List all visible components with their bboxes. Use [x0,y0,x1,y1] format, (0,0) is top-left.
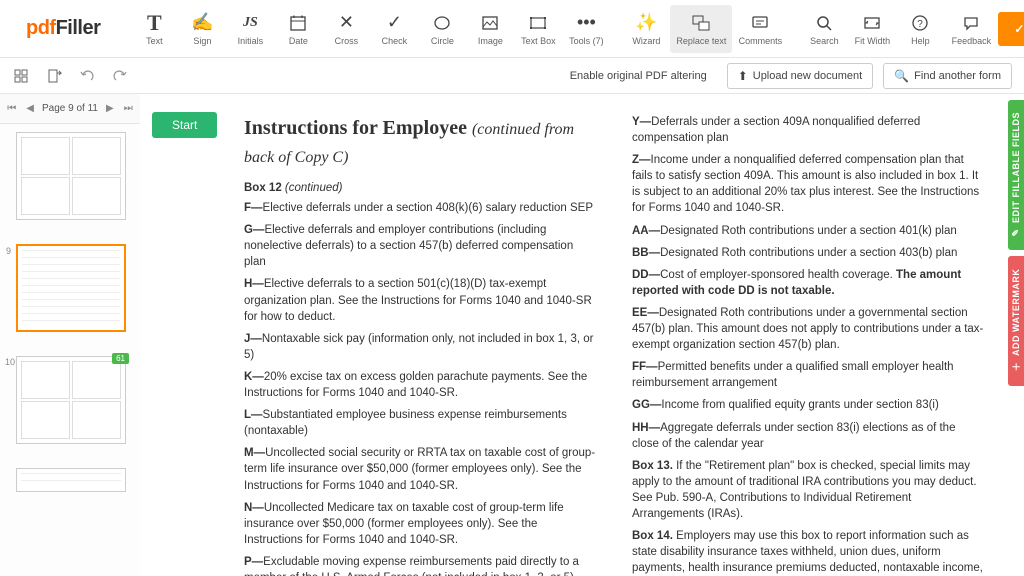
left-column: Instructions for Employee (continued fro… [244,114,596,576]
view-tools: Search Fit Width ?Help Feedback [800,5,998,53]
right-column: Y—Deferrals under a section 409A nonqual… [632,114,984,576]
code-entry: FF—Permitted benefits under a qualified … [632,359,984,391]
last-page-icon[interactable]: ⏭ [122,103,135,114]
replace-text-tool[interactable]: Replace text [670,5,732,53]
document-viewport[interactable]: Instructions for Employee (continued fro… [220,94,1008,576]
plus-icon: ＋ [1009,362,1022,372]
code-entry: Z—Income under a nonqualified deferred c… [632,152,984,216]
fitwidth-icon [863,12,881,34]
page-thumbnail[interactable]: 9 [16,244,126,332]
code-entry: P—Excludable moving expense reimbursemen… [244,554,596,576]
tools-more[interactable]: •••Tools (7) [562,5,610,53]
done-button[interactable]: ✓DONE [998,12,1024,46]
thumbnail-panel: 9 1061 11 [0,124,140,576]
text-tool[interactable]: TText [130,5,178,53]
image-icon [481,12,499,34]
code-entry: AA—Designated Roth contributions under a… [632,223,984,239]
review-tools: ✨Wizard Replace text Comments [622,5,788,53]
export-icon[interactable] [42,64,66,88]
search-icon: 🔍 [894,69,909,83]
next-page-icon[interactable]: ▶ [104,103,116,114]
calendar-icon [289,12,307,34]
watermark-tab[interactable]: ＋ADD WATERMARK [1008,256,1024,386]
page-navigation: ⏮ ◀ Page 9 of 11 ▶ ⏭ [0,94,140,124]
field-count-badge: 61 [112,353,129,364]
code-entry: K—20% excise tax on excess golden parach… [244,369,596,401]
textbox-icon [529,12,547,34]
help-icon: ? [911,12,929,34]
feedback-tool[interactable]: Feedback [944,5,998,53]
box12-heading: Box 12 (continued) [244,180,596,196]
fit-width-tool[interactable]: Fit Width [848,5,896,53]
code-entry: L—Substantiated employee business expens… [244,407,596,439]
undo-icon[interactable] [75,64,99,88]
page-title: Instructions for Employee (continued fro… [244,114,596,170]
svg-text:?: ? [918,19,924,30]
code-entry: DD—Cost of employer-sponsored health cov… [632,267,984,299]
sidebar-tools [0,58,140,94]
search-icon [815,12,833,34]
first-page-icon[interactable]: ⏮ [5,103,18,114]
comment-icon [751,12,769,34]
check-tool[interactable]: ✓Check [370,5,418,53]
page-thumbnail[interactable]: 11 [16,468,126,492]
page-thumbnail[interactable]: 1061 [16,356,126,444]
page-indicator: Page 9 of 11 [42,103,98,114]
upload-button[interactable]: ⬆Upload new document [727,63,874,89]
code-entry: GG—Income from qualified equity grants u… [632,397,984,413]
sign-icon: ✍ [191,12,213,34]
code-entry: F—Elective deferrals under a section 408… [244,200,596,216]
box14-text: Box 14. Employers may use this box to re… [632,528,984,576]
code-entry: HH—Aggregate deferrals under section 83(… [632,420,984,452]
comments-tool[interactable]: Comments [732,5,788,53]
textbox-tool[interactable]: Text Box [514,5,562,53]
document-content: Instructions for Employee (continued fro… [220,94,1008,576]
wand-icon: ✨ [635,12,657,34]
code-entry: EE—Designated Roth contributions under a… [632,305,984,353]
code-entry: BB—Designated Roth contributions under a… [632,245,984,261]
upload-icon: ⬆ [738,69,748,83]
image-tool[interactable]: Image [466,5,514,53]
main-toolbar: pdfFiller TText ✍Sign JSInitials Date ✕C… [0,0,1024,58]
sign-tool[interactable]: ✍Sign [178,5,226,53]
edit-fields-tab[interactable]: ✎EDIT FILLABLE FIELDS [1008,100,1024,250]
code-entry: H—Elective deferrals to a section 501(c)… [244,276,596,324]
help-tool[interactable]: ?Help [896,5,944,53]
edit-tools: TText ✍Sign JSInitials Date ✕Cross ✓Chec… [130,5,610,53]
edit-icon: ✎ [1010,228,1021,236]
replace-icon [691,12,711,34]
code-entry: N—Uncollected Medicare tax on taxable co… [244,500,596,548]
start-button[interactable]: Start [152,112,217,138]
cross-icon: ✕ [339,12,354,34]
search-tool[interactable]: Search [800,5,848,53]
check-icon: ✓ [387,12,402,34]
enable-alt-button[interactable]: Enable original PDF altering [560,63,717,89]
check-icon: ✓ [1014,22,1024,36]
secondary-bar: Enable original PDF altering ⬆Upload new… [0,58,1024,94]
page-thumbnail[interactable] [16,132,126,220]
wizard-tool[interactable]: ✨Wizard [622,5,670,53]
initials-tool[interactable]: JSInitials [226,5,274,53]
logo[interactable]: pdfFiller [8,17,118,40]
code-entry: G—Elective deferrals and employer contri… [244,222,596,270]
circle-tool[interactable]: Circle [418,5,466,53]
code-entry: J—Nontaxable sick pay (information only,… [244,331,596,363]
pages-view-icon[interactable] [9,64,33,88]
code-entry: M—Uncollected social security or RRTA ta… [244,445,596,493]
code-entry: Y—Deferrals under a section 409A nonqual… [632,114,984,146]
box13-text: Box 13. If the "Retirement plan" box is … [632,458,984,522]
find-form-button[interactable]: 🔍Find another form [883,63,1012,89]
cross-tool[interactable]: ✕Cross [322,5,370,53]
date-tool[interactable]: Date [274,5,322,53]
feedback-icon [962,12,980,34]
redo-icon[interactable] [108,64,132,88]
circle-icon [433,12,451,34]
prev-page-icon[interactable]: ◀ [24,103,36,114]
more-icon: ••• [577,12,596,34]
